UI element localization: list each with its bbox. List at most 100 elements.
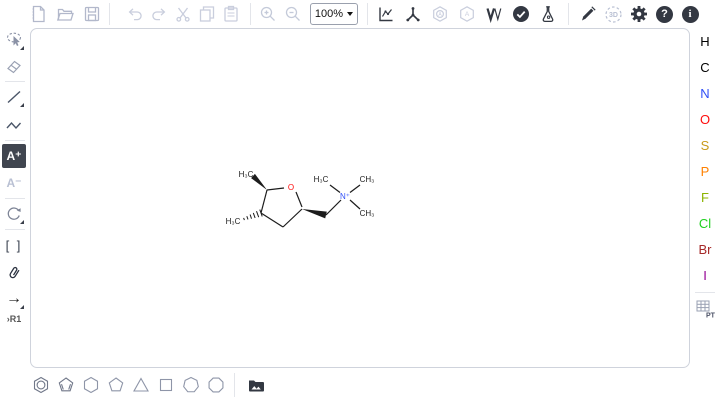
template-cyclooctane-button[interactable] [203,373,228,397]
undo-button[interactable] [123,2,147,26]
element-br-button[interactable]: Br [693,238,717,261]
open-folder-icon [55,4,75,24]
atom-label-methyl[interactable]: H₃C [314,175,329,184]
settings-button[interactable] [627,2,651,26]
open-button[interactable] [53,2,77,26]
element-o-button[interactable]: O [693,108,717,131]
periodic-table-button[interactable]: PT [693,297,717,321]
calculate-cip-button[interactable] [482,2,506,26]
cut-button[interactable] [171,2,195,26]
clean-up-button[interactable] [401,2,425,26]
divider [5,140,25,141]
three-d-viewer-button[interactable]: 3D [602,2,626,26]
template-benzene-button[interactable] [28,373,53,397]
bond[interactable] [350,200,360,209]
template-cyclobutane-button[interactable] [153,373,178,397]
element-cl-button[interactable]: Cl [693,212,717,235]
cyclobutane-icon [156,375,176,395]
rgroup-button[interactable]: ›R1 [2,311,26,327]
charge-plus-button[interactable]: A⁺ [2,144,26,168]
bond[interactable] [330,185,340,193]
divider [250,3,251,25]
edit-group [123,2,243,26]
redo-button[interactable] [147,2,171,26]
about-button[interactable]: i [678,2,702,26]
check-structure-button[interactable] [509,2,533,26]
element-f-button[interactable]: F [693,186,717,209]
charge-minus-button[interactable]: A⁻ [2,171,26,195]
template-cyclohexane-button[interactable] [78,373,103,397]
template-cyclopropane-button[interactable] [128,373,153,397]
atom-label-nitrogen[interactable]: N⁺ [340,192,350,201]
element-i-button[interactable]: I [693,264,717,287]
bond[interactable] [283,209,302,227]
single-bond-button[interactable] [2,85,26,109]
calculate-cip-icon [484,4,504,24]
zoom-in-button[interactable] [256,2,280,26]
element-s-button[interactable]: S [693,134,717,157]
clean-up-icon [403,4,423,24]
atom-label-methyl[interactable]: H₃C [239,170,254,179]
atom-label-methyl[interactable]: H₃C [226,217,241,226]
zoom-level-dropdown[interactable]: 100% [310,3,358,25]
eraser-button[interactable] [2,54,26,78]
calculated-values-button[interactable] [536,2,560,26]
question-mark-icon: ? [656,6,673,23]
element-symbol: F [701,190,709,205]
reaction-arrow-button[interactable]: → [2,287,26,311]
cut-scissors-icon [173,4,193,24]
template-library-button[interactable] [243,373,268,397]
dearomatize-button[interactable]: A [455,2,479,26]
rotate-button[interactable] [2,202,26,226]
divider [5,229,25,230]
zoom-level-value: 100% [315,8,343,20]
atom-label-methyl[interactable]: CH₃ [360,175,375,184]
aromatize-button[interactable]: A [428,2,452,26]
layout-button[interactable] [374,2,398,26]
drawing-canvas[interactable]: H₃C O H₃C H₃C CH₃ N⁺ CH₃ [30,28,690,368]
zoom-out-button[interactable] [281,2,305,26]
bond[interactable] [261,213,283,227]
divider [109,3,110,25]
eraser-icon [4,56,24,76]
wedge-bond[interactable] [251,174,267,190]
gear-icon [629,4,649,24]
save-floppy-icon [82,4,102,24]
template-cycloheptane-button[interactable] [178,373,203,397]
help-button[interactable]: ? [653,2,677,26]
bond[interactable] [267,188,284,190]
new-document-button[interactable] [26,2,50,26]
lasso-select-icon [4,30,24,50]
bond[interactable] [350,185,360,193]
sgroup-button[interactable]: [ ] [2,233,26,257]
rgroup-label: ›R1 [7,314,22,324]
copy-button[interactable] [195,2,219,26]
bond[interactable] [296,192,302,207]
atom-label-methyl[interactable]: CH₃ [360,209,375,218]
element-c-button[interactable]: C [693,56,717,79]
recognize-button[interactable] [576,2,600,26]
system-group: 3D ? i [576,2,702,26]
element-p-button[interactable]: P [693,160,717,183]
chain-icon [4,115,24,135]
zoom-in-icon [258,4,278,24]
check-structure-icon [511,4,531,24]
wedge-bond[interactable] [302,209,327,218]
paste-button[interactable] [219,2,243,26]
periodic-table-label: PT [706,313,716,320]
attach-button[interactable] [2,261,26,285]
template-cyclopentadiene-button[interactable] [53,373,78,397]
chain-button[interactable] [2,113,26,137]
element-n-button[interactable]: N [693,82,717,105]
lasso-selection-button[interactable] [2,28,26,52]
bond[interactable] [326,200,341,215]
save-button[interactable] [80,2,104,26]
template-cyclopentane-button[interactable] [103,373,128,397]
atom-label-oxygen[interactable]: O [288,183,294,192]
molecule-atom-labels[interactable]: H₃C O H₃C H₃C CH₃ N⁺ CH₃ [226,170,375,226]
element-h-button[interactable]: H [693,30,717,53]
hash-bond[interactable] [244,210,263,221]
bond[interactable] [261,190,267,213]
benzene-icon [31,375,51,395]
molecule[interactable]: H₃C O H₃C H₃C CH₃ N⁺ CH₃ [31,29,691,369]
